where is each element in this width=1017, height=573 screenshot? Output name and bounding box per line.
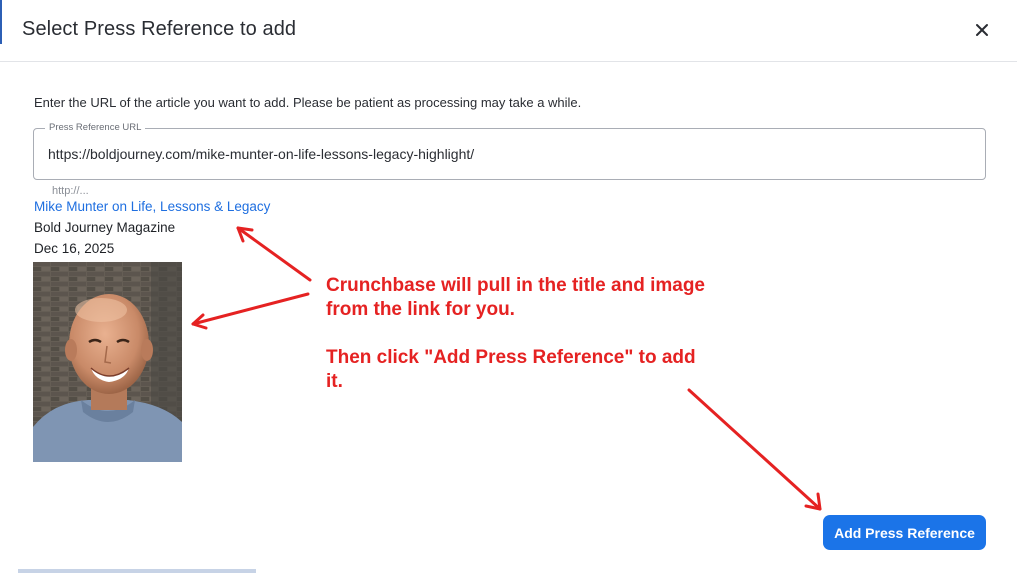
annotation-line: Crunchbase will pull in the title and im… (326, 275, 705, 296)
annotation-pull-title: Crunchbase will pull in the title and im… (326, 274, 705, 322)
article-source: Bold Journey Magazine (34, 220, 176, 235)
url-hint: http://... (52, 185, 89, 197)
article-preview-image (33, 262, 182, 462)
annotation-click-add: Then click "Add Press Reference" to add … (326, 346, 696, 394)
background-peek (18, 569, 256, 573)
press-reference-screen: Select Press Reference to add Enter the … (0, 0, 1017, 573)
close-icon (976, 24, 988, 36)
dialog-title: Select Press Reference to add (22, 18, 297, 40)
article-date: Dec 16, 2025 (34, 241, 115, 256)
url-field-label: Press Reference URL (45, 122, 146, 133)
press-reference-url-field[interactable]: Press Reference URL (33, 122, 986, 180)
annotation-line: Then click "Add Press Reference" to add (326, 347, 696, 368)
url-input[interactable] (48, 144, 968, 164)
instructions-text: Enter the URL of the article you want to… (34, 95, 582, 110)
portrait-photo (33, 262, 182, 462)
annotation-line: it. (326, 371, 343, 392)
annotation-line: from the link for you. (326, 299, 515, 320)
dialog-header: Select Press Reference to add (0, 0, 1017, 62)
article-title-link[interactable]: Mike Munter on Life, Lessons & Legacy (34, 199, 270, 214)
close-button[interactable] (970, 18, 994, 42)
add-press-reference-button[interactable]: Add Press Reference (823, 515, 986, 550)
